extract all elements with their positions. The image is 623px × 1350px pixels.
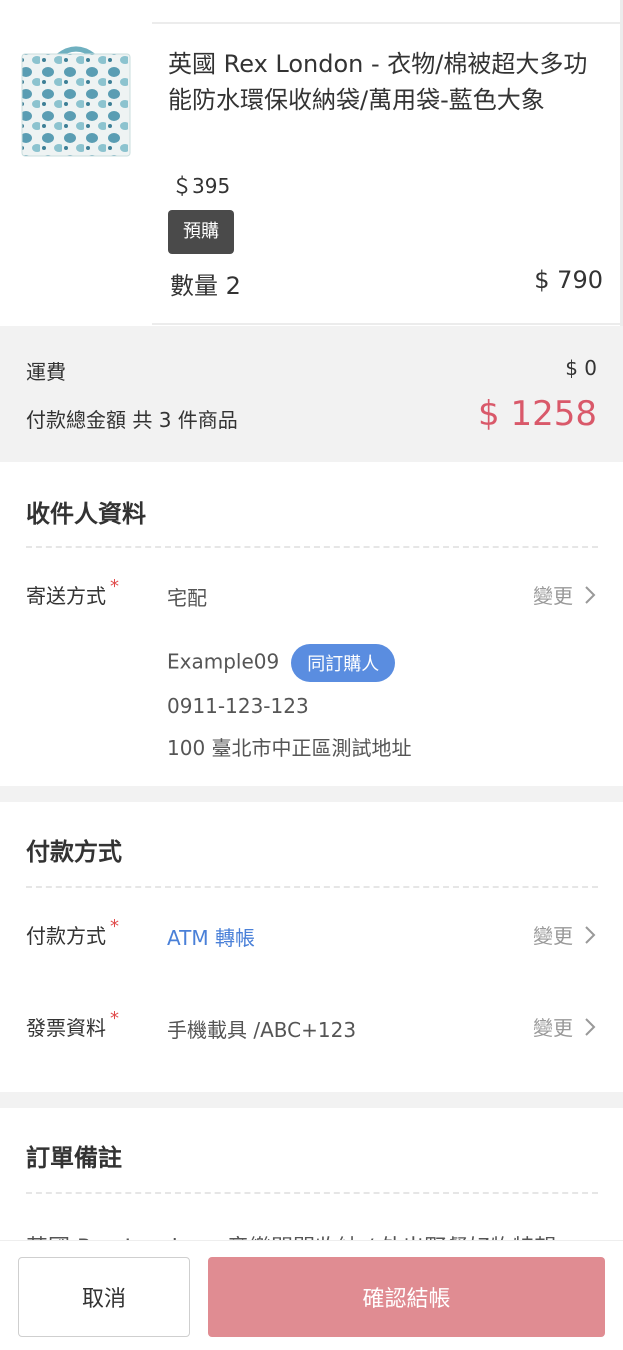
- confirm-checkout-button[interactable]: 確認結帳: [208, 1257, 605, 1337]
- product-title[interactable]: 英國 Rex London - 衣物/棉被超大多功能防水環保收納袋/萬用袋-藍色…: [168, 46, 598, 118]
- recipient-address: 100 臺北市中正區測試地址: [167, 736, 412, 760]
- divider: [152, 22, 623, 24]
- section-title: 付款方式: [26, 838, 122, 866]
- change-invoice-button[interactable]: 變更: [533, 1012, 597, 1041]
- divider: [26, 886, 598, 888]
- divider: [26, 546, 598, 548]
- required-mark: *: [110, 916, 119, 937]
- divider: [152, 323, 623, 325]
- chevron-right-icon: [585, 585, 596, 604]
- change-payment-button[interactable]: 變更: [533, 920, 597, 949]
- change-delivery-button[interactable]: 變更: [533, 580, 597, 609]
- invoice-value: 手機載具 /ABC+123: [167, 1018, 357, 1042]
- checkout-footer: 取消 確認結帳: [0, 1240, 623, 1350]
- section-title: 訂單備註: [26, 1144, 122, 1172]
- payment-section: 付款方式 付款方式 * ATM 轉帳 變更 發票資料 * 手機載具 /ABC+123…: [0, 802, 623, 1092]
- shipping-label: 運費: [26, 360, 66, 384]
- cancel-button[interactable]: 取消: [18, 1257, 190, 1337]
- recipient-name-row: Example09 同訂購人: [167, 644, 396, 682]
- cart-item: 英國 Rex London - 衣物/棉被超大多功能防水環保收納袋/萬用袋-藍色…: [0, 0, 623, 326]
- order-notes-section: 訂單備註: [0, 1108, 623, 1240]
- chevron-right-icon: [585, 1017, 596, 1036]
- required-mark: *: [110, 576, 119, 597]
- payment-method-label: 付款方式 *: [26, 916, 119, 948]
- delivery-value: 宅配: [167, 586, 207, 610]
- item-subtotal: $ 790: [534, 266, 603, 294]
- chevron-right-icon: [585, 925, 596, 944]
- recipient-name: Example09: [167, 649, 280, 674]
- divider: [26, 1192, 598, 1194]
- invoice-label: 發票資料 *: [26, 1008, 119, 1040]
- recipient-section: 收件人資料 寄送方式 * 宅配 變更 Example09 同訂購人 0911-123…: [0, 462, 623, 786]
- preorder-badge: 預購: [168, 210, 234, 254]
- product-image[interactable]: [18, 42, 134, 160]
- total-label: 付款總金額 共 3 件商品: [26, 408, 238, 432]
- delivery-label: 寄送方式 *: [26, 576, 119, 608]
- section-gap: [0, 786, 623, 802]
- payment-method-value: ATM 轉帳: [167, 926, 255, 950]
- recipient-phone: 0911-123-123: [167, 694, 309, 718]
- order-totals: 運費 $ 0 付款總金額 共 3 件商品 $ 1258: [0, 326, 623, 462]
- total-value: $ 1258: [478, 394, 597, 434]
- section-title: 收件人資料: [26, 500, 146, 528]
- quantity: 數量 2: [170, 272, 241, 300]
- required-mark: *: [110, 1008, 119, 1029]
- shipping-value: $ 0: [565, 356, 597, 380]
- section-gap: [0, 1092, 623, 1108]
- unit-price: ＄395: [172, 174, 231, 198]
- same-as-buyer-badge: 同訂購人: [291, 644, 396, 682]
